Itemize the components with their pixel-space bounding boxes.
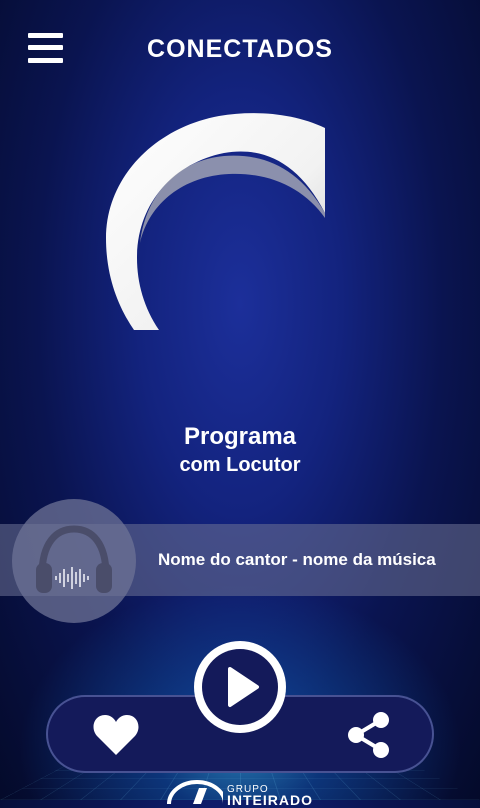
footer-brand-label: INTEIRADO <box>227 792 313 808</box>
share-icon[interactable] <box>345 710 393 760</box>
play-icon <box>228 667 259 707</box>
headphones-icon <box>36 525 112 593</box>
program-name: Programa <box>183 423 297 450</box>
album-art <box>12 499 136 623</box>
app-header: CONECTADOS <box>0 0 480 100</box>
program-info: Programa com Locutor <box>0 422 480 478</box>
app-title: CONECTADOS <box>147 35 333 63</box>
heart-icon[interactable] <box>92 713 140 757</box>
now-playing-text: Nome do cantor - nome da música <box>158 550 436 569</box>
footer-brand-logo: GRUPO INTEIRADO <box>165 770 325 808</box>
play-button[interactable] <box>194 641 286 733</box>
station-logo <box>106 113 325 330</box>
program-host: com Locutor <box>179 454 301 476</box>
